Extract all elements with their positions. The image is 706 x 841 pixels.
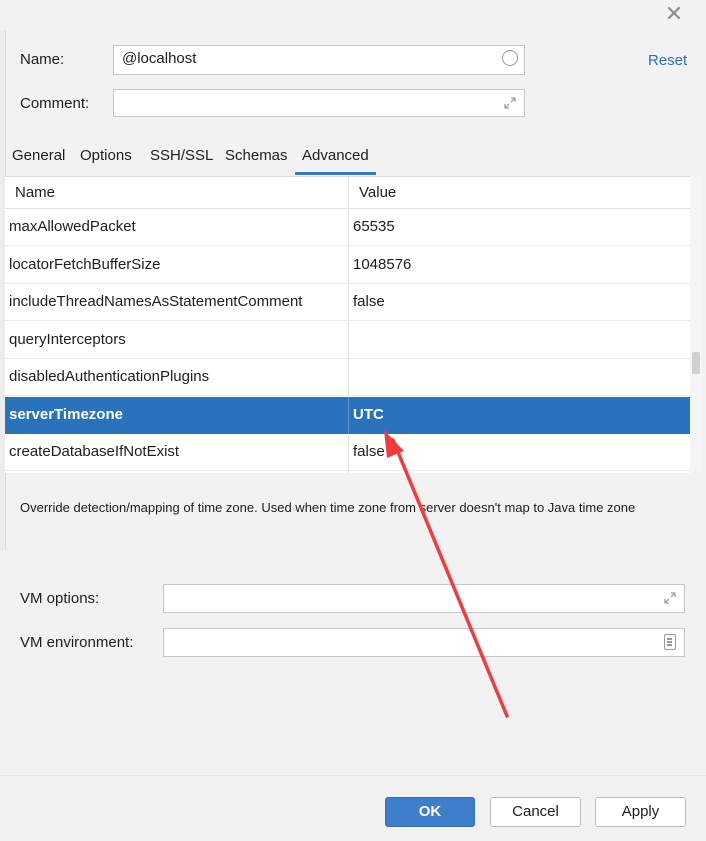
- cancel-button[interactable]: Cancel: [490, 797, 581, 827]
- footer-divider: [0, 775, 706, 776]
- annotation-arrow: [384, 430, 509, 718]
- apply-button[interactable]: Apply: [595, 797, 686, 827]
- ok-button[interactable]: OK: [385, 797, 475, 827]
